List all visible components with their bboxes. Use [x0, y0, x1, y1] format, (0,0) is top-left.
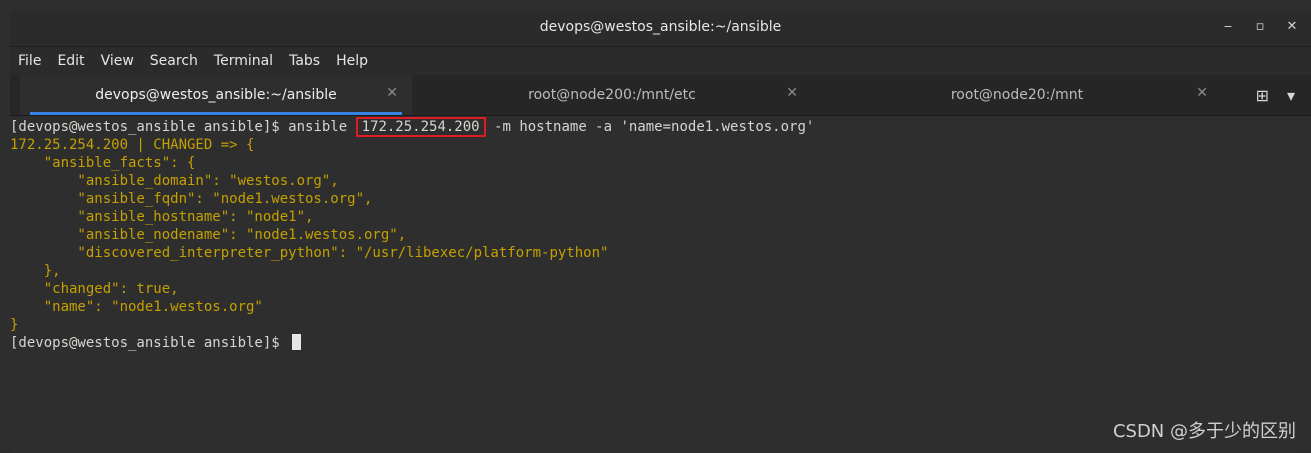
- terminal-scrollbar[interactable]: [1296, 116, 1311, 451]
- output-line: "changed": true,: [10, 281, 179, 297]
- window-title: devops@westos_ansible:~/ansible: [539, 19, 782, 35]
- menu-help[interactable]: Help: [328, 53, 376, 69]
- window-controls: ‒ ▫ ✕: [1219, 18, 1301, 36]
- highlighted-host: 172.25.254.200: [355, 117, 486, 137]
- menu-terminal[interactable]: Terminal: [206, 53, 281, 69]
- output-line: "ansible_nodename": "node1.westos.org",: [10, 227, 407, 243]
- menu-bar: File Edit View Search Terminal Tabs Help: [10, 47, 1311, 75]
- output-line: }: [10, 317, 19, 333]
- menu-file[interactable]: File: [10, 53, 49, 69]
- command-line: [devops@westos_ansible ansible]$ ansible…: [10, 117, 1296, 137]
- watermark: CSDN @多于少的区别: [1112, 421, 1296, 442]
- terminal-output[interactable]: [devops@westos_ansible ansible]$ ansible…: [10, 116, 1296, 453]
- output-line: "name": "node1.westos.org": [10, 299, 263, 315]
- new-tab-icon[interactable]: ⊞: [1256, 86, 1269, 105]
- prompt: [devops@westos_ansible ansible]$: [10, 335, 289, 351]
- command-prefix: ansible: [288, 119, 356, 135]
- close-tab-icon[interactable]: ✕: [1196, 85, 1208, 101]
- scrollbar-thumb[interactable]: [1300, 118, 1307, 178]
- tab-label: devops@westos_ansible:~/ansible: [95, 87, 337, 103]
- close-tab-icon[interactable]: ✕: [786, 85, 798, 101]
- output-line: 172.25.254.200 | CHANGED => {: [10, 137, 255, 153]
- output-line: "ansible_facts": {: [10, 155, 196, 171]
- tab-actions: ⊞ ▾: [1256, 75, 1311, 115]
- final-prompt-line: [devops@westos_ansible ansible]$: [10, 334, 1296, 352]
- tab-label: root@node200:/mnt/etc: [528, 87, 696, 103]
- prompt: [devops@westos_ansible ansible]$: [10, 119, 289, 135]
- output-line: "ansible_fqdn": "node1.westos.org",: [10, 191, 373, 207]
- title-bar[interactable]: devops@westos_ansible:~/ansible ‒ ▫ ✕: [10, 10, 1311, 47]
- menu-view[interactable]: View: [93, 53, 142, 69]
- output-line: "ansible_domain": "westos.org",: [10, 173, 339, 189]
- tab-node20[interactable]: root@node20:/mnt ✕: [812, 75, 1222, 115]
- terminal-window: devops@westos_ansible:~/ansible ‒ ▫ ✕ Fi…: [0, 0, 1311, 453]
- tab-menu-icon[interactable]: ▾: [1287, 86, 1295, 105]
- tab-bar: devops@westos_ansible:~/ansible ✕ root@n…: [10, 75, 1311, 116]
- command-suffix: -m hostname -a 'name=node1.westos.org': [485, 119, 815, 135]
- output-line: },: [10, 263, 61, 279]
- text-cursor: [292, 334, 302, 350]
- menu-edit[interactable]: Edit: [49, 53, 92, 69]
- minimize-icon[interactable]: ‒: [1219, 18, 1237, 36]
- tab-node200[interactable]: root@node200:/mnt/etc ✕: [412, 75, 812, 115]
- menu-search[interactable]: Search: [142, 53, 206, 69]
- tab-label: root@node20:/mnt: [950, 87, 1084, 103]
- output-line: "discovered_interpreter_python": "/usr/l…: [10, 245, 609, 261]
- menu-tabs[interactable]: Tabs: [281, 53, 328, 69]
- close-tab-icon[interactable]: ✕: [386, 85, 398, 101]
- output-line: "ansible_hostname": "node1",: [10, 209, 314, 225]
- tab-devops-ansible[interactable]: devops@westos_ansible:~/ansible ✕: [20, 75, 412, 115]
- maximize-icon[interactable]: ▫: [1251, 18, 1269, 36]
- close-icon[interactable]: ✕: [1283, 18, 1301, 36]
- active-tab-indicator: [30, 112, 402, 115]
